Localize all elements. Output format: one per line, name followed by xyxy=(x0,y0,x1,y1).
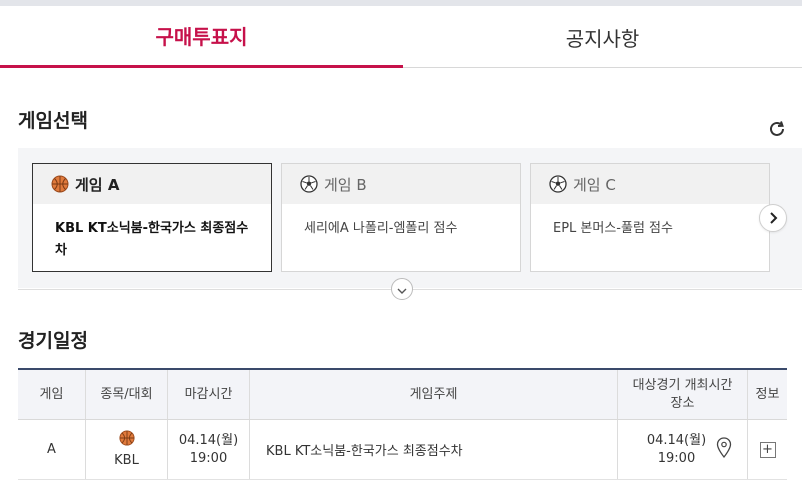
game-card-a[interactable]: 게임 A KBL KT소닉붐-한국가스 최종점수차 xyxy=(32,163,272,272)
row-info: + xyxy=(748,420,787,479)
refresh-icon[interactable] xyxy=(766,118,788,140)
header-venue: 장소 xyxy=(670,395,695,411)
soccer-ball-icon xyxy=(300,175,318,193)
game-card-b[interactable]: 게임 B 세리에A 나폴리-엠폴리 점수 xyxy=(281,163,521,272)
header-deadline: 마감시간 xyxy=(168,370,250,419)
tab-notices[interactable]: 공지사항 xyxy=(403,6,802,68)
table-row: A KBL 04.14(월) 19:00 KBL KT소닉붐-한국가스 최종점수… xyxy=(18,420,787,480)
table-header: 게임 종목/대회 마감시간 게임주제 대상경기 개최시간 장소 정보 xyxy=(18,370,787,420)
row-deadline: 04.14(월) 19:00 xyxy=(168,420,250,479)
basketball-icon xyxy=(118,429,135,452)
row-sport: KBL xyxy=(86,420,168,479)
header-sport: 종목/대회 xyxy=(86,370,168,419)
header-info: 정보 xyxy=(755,386,780,402)
header-match-time: 대상경기 개최시간 xyxy=(632,377,733,393)
chevron-down-icon xyxy=(397,280,407,299)
game-card-desc: EPL 본머스-풀럼 점수 xyxy=(553,221,673,236)
game-card-name: 게임 C xyxy=(573,175,616,194)
row-match: 04.14(월) 19:00 xyxy=(618,420,748,479)
info-expand-button[interactable]: + xyxy=(759,441,776,458)
game-card-header: 게임 B xyxy=(282,164,520,204)
row-match-time: 19:00 xyxy=(657,450,696,466)
game-card-name: 게임 B xyxy=(324,175,367,194)
soccer-ball-icon xyxy=(549,175,567,193)
schedule-table: 게임 종목/대회 마감시간 게임주제 대상경기 개최시간 장소 정보 A KBL… xyxy=(18,368,787,480)
expand-games-button[interactable] xyxy=(391,278,413,300)
chevron-right-icon xyxy=(768,209,778,228)
row-league: KBL xyxy=(114,452,139,468)
game-card-header: 게임 C xyxy=(531,164,769,204)
header-game: 게임 xyxy=(18,370,86,419)
basketball-icon xyxy=(51,175,69,193)
game-card-c[interactable]: 게임 C EPL 본머스-풀럼 점수 xyxy=(530,163,770,272)
game-select-title: 게임선택 xyxy=(18,110,88,132)
tab-purchase-slip[interactable]: 구매투표지 xyxy=(0,6,403,68)
game-card-name: 게임 A xyxy=(75,175,120,194)
game-card-desc: 세리에A 나폴리-엠폴리 점수 xyxy=(304,221,458,236)
game-card-header: 게임 A xyxy=(33,164,271,204)
row-match-date: 04.14(월) xyxy=(646,432,707,448)
carousel-next-button[interactable] xyxy=(759,204,787,232)
row-deadline-date: 04.14(월) xyxy=(178,432,239,448)
row-game: A xyxy=(18,420,86,479)
row-subject: KBL KT소닉붐-한국가스 최종점수차 xyxy=(250,420,618,479)
row-deadline-time: 19:00 xyxy=(189,450,228,466)
header-subject: 게임주제 xyxy=(250,370,618,419)
tab-bar: 구매투표지 공지사항 xyxy=(0,6,802,68)
location-pin-icon[interactable] xyxy=(716,436,732,463)
schedule-title: 경기일정 xyxy=(18,330,88,352)
header-match-time-venue: 대상경기 개최시간 장소 xyxy=(618,370,748,419)
game-carousel: 게임 A KBL KT소닉붐-한국가스 최종점수차 게임 B 세리에A 나폴리-… xyxy=(18,148,802,288)
game-card-desc: KBL KT소닉붐-한국가스 최종점수차 xyxy=(55,221,249,258)
